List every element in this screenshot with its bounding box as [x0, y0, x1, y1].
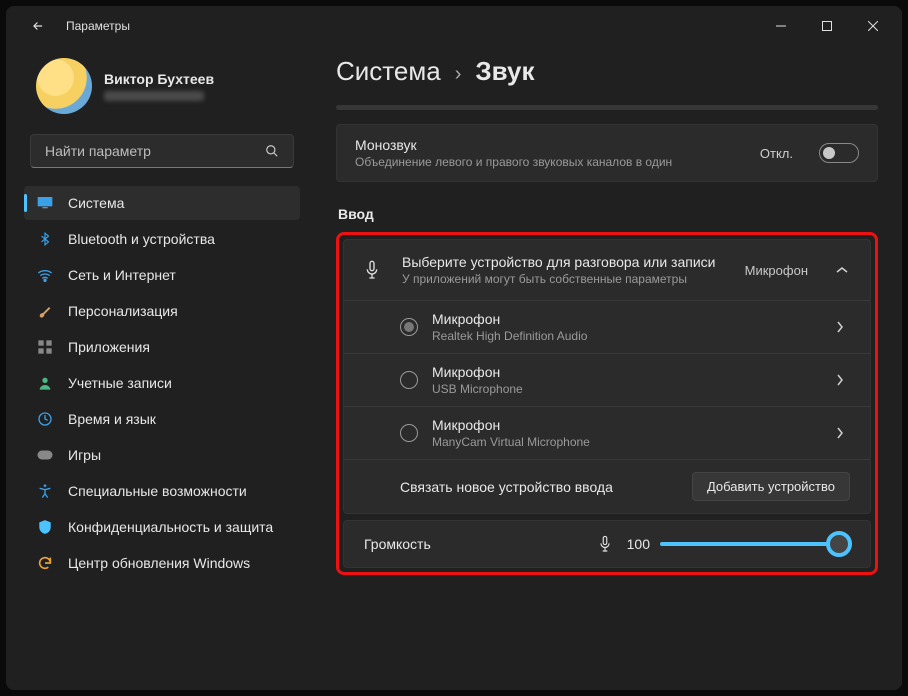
- profile-name: Виктор Бухтеев: [104, 71, 214, 87]
- mono-title: Монозвук: [355, 137, 742, 153]
- close-button[interactable]: [850, 10, 896, 42]
- main-content: Система › Звук Монозвук Объединение лево…: [312, 46, 902, 690]
- settings-window: Параметры Виктор Бухтеев Найти параметр: [6, 6, 902, 690]
- profile[interactable]: Виктор Бухтеев: [24, 52, 300, 130]
- nav-accounts[interactable]: Учетные записи: [24, 366, 300, 400]
- chevron-right-icon: [836, 427, 850, 439]
- brush-icon: [36, 302, 54, 320]
- minimize-button[interactable]: [758, 10, 804, 42]
- breadcrumb-parent[interactable]: Система: [336, 56, 441, 87]
- volume-value: 100: [622, 536, 650, 552]
- nav-time-language[interactable]: Время и язык: [24, 402, 300, 436]
- nav-label: Специальные возможности: [68, 483, 247, 499]
- shield-icon: [36, 518, 54, 536]
- input-device-0[interactable]: Микрофон Realtek High Definition Audio: [344, 300, 870, 353]
- radio[interactable]: [400, 424, 418, 442]
- add-device-button[interactable]: Добавить устройство: [692, 472, 850, 501]
- bluetooth-icon: [36, 230, 54, 248]
- nav-label: Персонализация: [68, 303, 178, 319]
- search-placeholder: Найти параметр: [45, 143, 151, 159]
- nav-privacy[interactable]: Конфиденциальность и защита: [24, 510, 300, 544]
- accessibility-icon: [36, 482, 54, 500]
- nav-label: Центр обновления Windows: [68, 555, 250, 571]
- chevron-right-icon: [836, 321, 850, 333]
- breadcrumb-current: Звук: [475, 56, 534, 87]
- nav-label: Приложения: [68, 339, 150, 355]
- titlebar: Параметры: [6, 6, 902, 46]
- input-section-label: Ввод: [338, 206, 878, 222]
- avatar: [36, 58, 92, 114]
- globe-icon: [36, 410, 54, 428]
- volume-row: Громкость 100: [343, 520, 871, 568]
- wifi-icon: [36, 266, 54, 284]
- input-device-1[interactable]: Микрофон USB Microphone: [344, 353, 870, 406]
- radio[interactable]: [400, 371, 418, 389]
- update-icon: [36, 554, 54, 572]
- input-device-header[interactable]: Выберите устройство для разговора или за…: [344, 240, 870, 300]
- chevron-right-icon: ›: [455, 63, 462, 86]
- nav-system[interactable]: Система: [24, 186, 300, 220]
- search-icon: [265, 144, 279, 158]
- microphone-icon: [364, 260, 386, 280]
- apps-icon: [36, 338, 54, 356]
- back-button[interactable]: [24, 12, 52, 40]
- chevron-right-icon: [836, 374, 850, 386]
- microphone-icon[interactable]: [598, 535, 612, 553]
- nav-network[interactable]: Сеть и Интернет: [24, 258, 300, 292]
- nav-bluetooth[interactable]: Bluetooth и устройства: [24, 222, 300, 256]
- sidebar: Виктор Бухтеев Найти параметр Система Bl…: [6, 46, 312, 690]
- input-device-2[interactable]: Микрофон ManyCam Virtual Microphone: [344, 406, 870, 459]
- search-input[interactable]: Найти параметр: [30, 134, 294, 168]
- highlight-box: Выберите устройство для разговора или за…: [336, 232, 878, 575]
- mono-sub: Объединение левого и правого звуковых ка…: [355, 155, 742, 169]
- chevron-up-icon: [836, 266, 850, 274]
- maximize-button[interactable]: [804, 10, 850, 42]
- nav-gaming[interactable]: Игры: [24, 438, 300, 472]
- display-icon: [36, 194, 54, 212]
- nav-update[interactable]: Центр обновления Windows: [24, 546, 300, 580]
- nav-label: Учетные записи: [68, 375, 172, 391]
- nav-label: Конфиденциальность и защита: [68, 519, 273, 535]
- nav-label: Сеть и Интернет: [68, 267, 176, 283]
- toggle-state: Откл.: [760, 146, 793, 161]
- nav-label: Система: [68, 195, 124, 211]
- profile-email-blur: [104, 91, 204, 101]
- input-device-panel: Выберите устройство для разговора или за…: [343, 239, 871, 514]
- nav-label: Время и язык: [68, 411, 156, 427]
- volume-slider[interactable]: [660, 542, 850, 546]
- scroll-indicator: [336, 105, 878, 110]
- window-title: Параметры: [66, 19, 130, 33]
- pair-device-row: Связать новое устройство ввода Добавить …: [344, 459, 870, 513]
- volume-label: Громкость: [364, 536, 431, 552]
- nav-personalization[interactable]: Персонализация: [24, 294, 300, 328]
- gamepad-icon: [36, 446, 54, 464]
- current-input: Микрофон: [745, 263, 808, 278]
- nav: Система Bluetooth и устройства Сеть и Ин…: [24, 186, 300, 580]
- nav-label: Bluetooth и устройства: [68, 231, 215, 247]
- mono-toggle[interactable]: [819, 143, 859, 163]
- input-head-sub: У приложений могут быть собственные пара…: [402, 272, 729, 286]
- input-head-title: Выберите устройство для разговора или за…: [402, 254, 729, 270]
- pair-label: Связать новое устройство ввода: [400, 479, 613, 495]
- radio-selected[interactable]: [400, 318, 418, 336]
- person-icon: [36, 374, 54, 392]
- mono-audio-card[interactable]: Монозвук Объединение левого и правого зв…: [336, 124, 878, 182]
- breadcrumb: Система › Звук: [336, 56, 878, 87]
- nav-accessibility[interactable]: Специальные возможности: [24, 474, 300, 508]
- nav-label: Игры: [68, 447, 101, 463]
- nav-apps[interactable]: Приложения: [24, 330, 300, 364]
